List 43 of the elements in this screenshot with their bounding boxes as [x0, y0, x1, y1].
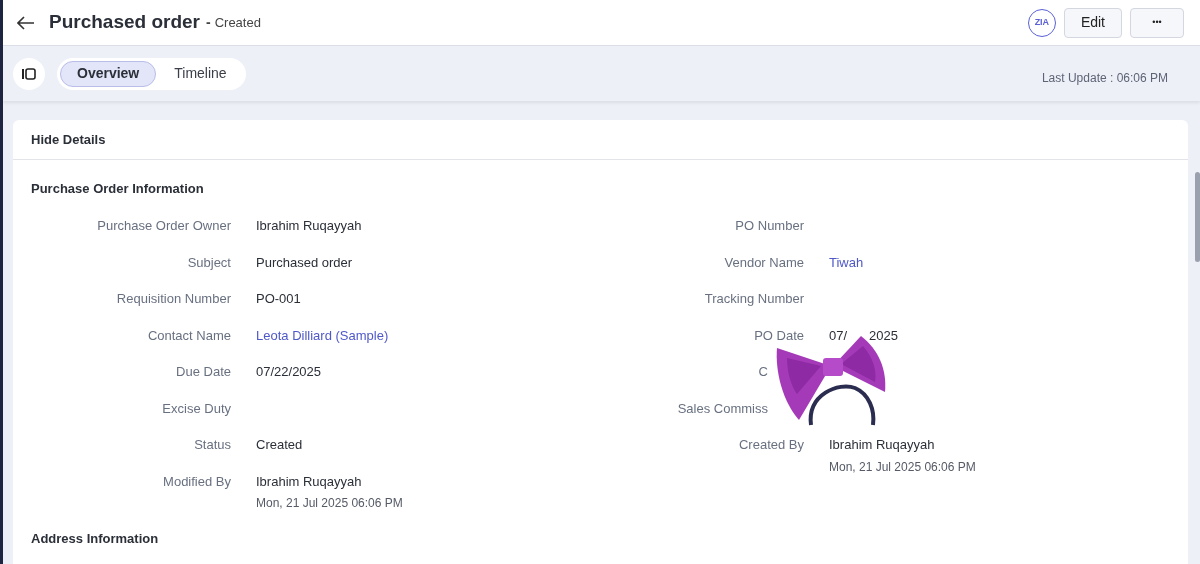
field-label: Excise Duty: [162, 399, 231, 417]
record-status: Created: [214, 13, 261, 32]
record-title: Purchased order: [49, 10, 200, 35]
edit-button[interactable]: Edit: [1063, 7, 1122, 38]
field-value: Ibrahim Ruqayyah: [256, 217, 362, 235]
field-value: Ibrahim Ruqayyah: [256, 472, 363, 491]
field-value: Created: [256, 436, 303, 454]
field-label: Tracking Number: [704, 290, 804, 307]
field-link[interactable]: Leota Dilliard (Sample): [256, 325, 389, 345]
field-value: Ibrahim Ruqayyah: [829, 436, 936, 454]
panel-toggle-button[interactable]: [13, 57, 45, 90]
field-label: Modified By: [163, 472, 231, 490]
section-title: Purchase Order Information: [31, 181, 204, 196]
field-label: C: [758, 363, 768, 380]
field-link[interactable]: Tiwah: [829, 252, 864, 272]
field-label: Requisition Number: [116, 290, 231, 307]
back-arrow-icon[interactable]: [17, 15, 35, 30]
section-title: Address Information: [31, 531, 159, 546]
field-label: PO Date: [754, 326, 804, 344]
field-label: Subject: [187, 253, 231, 271]
field-timestamp: Mon, 21 Jul 2025 06:06 PM: [829, 458, 976, 476]
field-label: Due Date: [176, 363, 231, 380]
field-label: Status: [194, 436, 231, 453]
field-value: Purchased order: [256, 253, 353, 272]
field-value-fragment: 2025: [869, 326, 898, 345]
field-value: PO-001: [256, 290, 301, 308]
last-update-text: Last Update : 06:06 PM: [1041, 69, 1168, 87]
field-value: 07/22/2025: [256, 363, 322, 381]
field-label: Vendor Name: [724, 253, 804, 271]
field-label: PO Number: [735, 217, 804, 234]
field-label: Purchase Order Owner: [97, 217, 231, 234]
field-label: Sales Commiss: [677, 399, 768, 417]
title-separator: -: [206, 13, 211, 32]
more-button[interactable]: •••: [1130, 7, 1184, 38]
field-timestamp: Mon, 21 Jul 2025 06:06 PM: [256, 495, 403, 512]
tab[interactable]: Timeline: [158, 60, 243, 87]
field-value-fragment: 07/: [829, 326, 848, 345]
panel-icon: [22, 67, 36, 80]
assistant-button[interactable]: ZIA: [1027, 8, 1056, 37]
tab[interactable]: Overview: [60, 60, 157, 87]
hide-details-toggle[interactable]: Hide Details: [31, 129, 106, 150]
field-label: Contact Name: [147, 326, 231, 344]
field-label: Created By: [738, 436, 804, 453]
